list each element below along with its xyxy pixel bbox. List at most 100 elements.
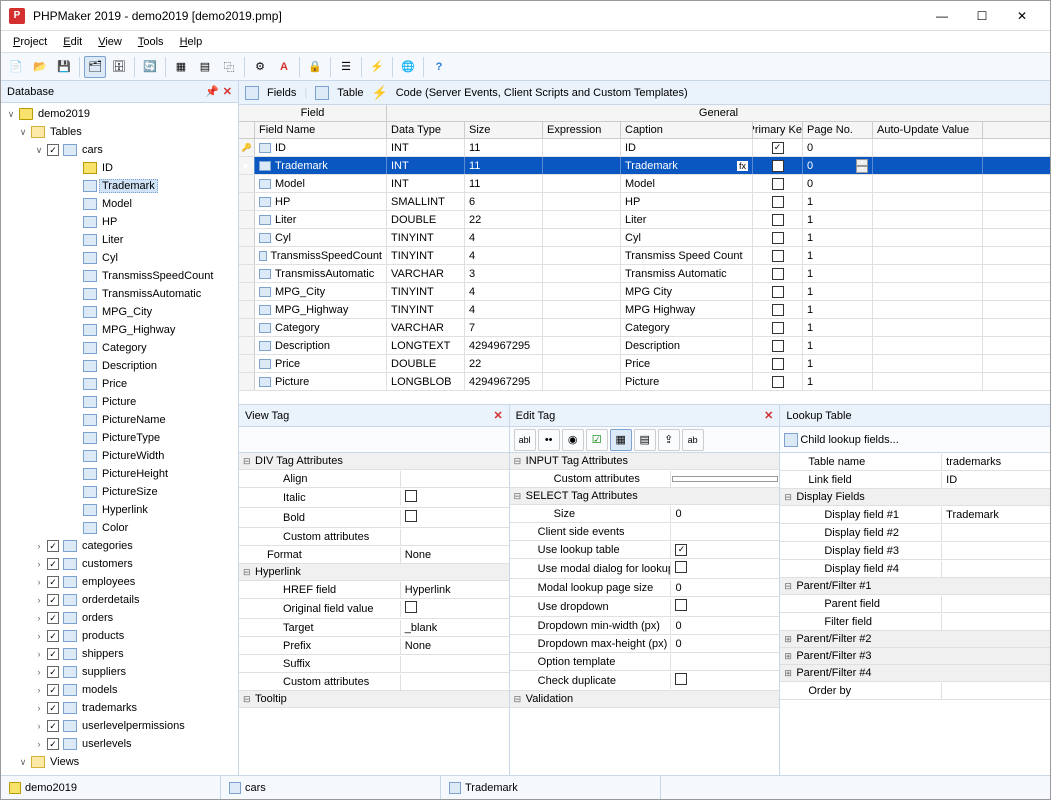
- tree-table[interactable]: ›✓customers: [1, 555, 238, 573]
- grid-row[interactable]: TransmissAutomaticVARCHAR3Transmiss Auto…: [239, 265, 1050, 283]
- menu-help[interactable]: Help: [172, 34, 211, 50]
- grid-row[interactable]: PriceDOUBLE22Price1: [239, 355, 1050, 373]
- help-icon[interactable]: ?: [428, 56, 450, 78]
- tree-table[interactable]: ›✓models: [1, 681, 238, 699]
- menu-tools[interactable]: Tools: [130, 34, 172, 50]
- grid-row[interactable]: PictureLONGBLOB4294967295Picture1: [239, 373, 1050, 391]
- tree-field[interactable]: Price: [1, 375, 238, 393]
- edit-tag-panel: Edit Tag✕ abl •• ◉ ☑ ▦ ▤ ⇪ ab ⊟INPUT Tag…: [510, 405, 781, 775]
- tree-field[interactable]: PictureSize: [1, 483, 238, 501]
- table-icon[interactable]: ▦: [170, 56, 192, 78]
- panel-close-icon[interactable]: ✕: [764, 409, 773, 422]
- grid-row[interactable]: 🔑IDINT11ID✓0: [239, 139, 1050, 157]
- usemodal-checkbox[interactable]: [675, 561, 687, 573]
- file-tag-icon[interactable]: ⇪: [658, 429, 680, 451]
- fields-tab-icon: [245, 86, 259, 100]
- open-icon[interactable]: 📂: [29, 56, 51, 78]
- pin-icon[interactable]: 📌: [205, 85, 219, 98]
- checkdup-checkbox[interactable]: [675, 673, 687, 685]
- tree-field[interactable]: TransmissAutomatic: [1, 285, 238, 303]
- uselookup-checkbox[interactable]: ✓: [675, 544, 687, 556]
- tab-code[interactable]: Code (Server Events, Client Scripts and …: [396, 87, 688, 99]
- tree-table[interactable]: ›✓userlevels: [1, 735, 238, 753]
- menubar: Project Edit View Tools Help: [1, 31, 1050, 53]
- tree-field[interactable]: Category: [1, 339, 238, 357]
- tree-field[interactable]: PictureWidth: [1, 447, 238, 465]
- view-icon[interactable]: ▤: [194, 56, 216, 78]
- grid-row[interactable]: HPSMALLINT6HP1: [239, 193, 1050, 211]
- grid-row[interactable]: TransmissSpeedCountTINYINT4Transmiss Spe…: [239, 247, 1050, 265]
- tree-field[interactable]: TransmissSpeedCount: [1, 267, 238, 285]
- tree-table[interactable]: ›✓trademarks: [1, 699, 238, 717]
- tree-field[interactable]: HP: [1, 213, 238, 231]
- bold-checkbox[interactable]: [405, 510, 417, 522]
- tree-field[interactable]: Cyl: [1, 249, 238, 267]
- grid-row[interactable]: DescriptionLONGTEXT4294967295Description…: [239, 337, 1050, 355]
- origval-checkbox[interactable]: [405, 601, 417, 613]
- menu-view[interactable]: View: [90, 34, 130, 50]
- view-tag-panel: View Tag✕ ⊟DIV Tag Attributes Align Ital…: [239, 405, 510, 775]
- tree-field[interactable]: PictureType: [1, 429, 238, 447]
- grid-row[interactable]: ModelINT11Model0: [239, 175, 1050, 193]
- menu-project[interactable]: Project: [5, 34, 55, 50]
- settings-icon[interactable]: ⚙: [249, 56, 271, 78]
- tree-table[interactable]: ›✓employees: [1, 573, 238, 591]
- grid-row[interactable]: CategoryVARCHAR7Category1: [239, 319, 1050, 337]
- close-button[interactable]: ✕: [1002, 2, 1042, 30]
- select-tag-icon[interactable]: ▦: [610, 429, 632, 451]
- tree-field[interactable]: PictureHeight: [1, 465, 238, 483]
- toggle-db-icon[interactable]: 🗂: [84, 56, 106, 78]
- database-tree[interactable]: ∨demo2019 ∨Tables ∨✓cars IDTrademarkMode…: [1, 103, 238, 775]
- tree-table[interactable]: ›✓orders: [1, 609, 238, 627]
- tree-table[interactable]: ›✓shippers: [1, 645, 238, 663]
- password-tag-icon[interactable]: ••: [538, 429, 560, 451]
- panel-close-icon[interactable]: ✕: [493, 409, 502, 422]
- tab-fields[interactable]: Fields: [267, 87, 296, 99]
- grid-row[interactable]: MPG_CityTINYINT4MPG City1: [239, 283, 1050, 301]
- tab-table[interactable]: Table: [337, 87, 363, 99]
- tree-field[interactable]: Color: [1, 519, 238, 537]
- browse-icon[interactable]: 🌐: [397, 56, 419, 78]
- tree-field[interactable]: Picture: [1, 393, 238, 411]
- tree-field[interactable]: ID: [1, 159, 238, 177]
- maximize-button[interactable]: ☐: [962, 2, 1002, 30]
- tree-field[interactable]: Hyperlink: [1, 501, 238, 519]
- save-icon[interactable]: 💾: [53, 56, 75, 78]
- security-icon[interactable]: 🔒: [304, 56, 326, 78]
- font-icon[interactable]: A: [273, 56, 295, 78]
- textarea-tag-icon[interactable]: ▤: [634, 429, 656, 451]
- text-tag-icon[interactable]: abl: [514, 429, 536, 451]
- database-panel: Database 📌 ✕ ∨demo2019 ∨Tables ∨✓cars ID…: [1, 81, 239, 775]
- grid-row[interactable]: ▸TrademarkINT11Trademarkfx0▴▾: [239, 157, 1050, 175]
- grid-row[interactable]: LiterDOUBLE22Liter1: [239, 211, 1050, 229]
- grid-row[interactable]: MPG_HighwayTINYINT4MPG Highway1: [239, 301, 1050, 319]
- copy-icon[interactable]: ⿻: [218, 56, 240, 78]
- menu-editor-icon[interactable]: ☰: [335, 56, 357, 78]
- new-icon[interactable]: 📄: [5, 56, 27, 78]
- child-lookup-button[interactable]: Child lookup fields...: [800, 434, 898, 446]
- menu-edit[interactable]: Edit: [55, 34, 90, 50]
- minimize-button[interactable]: —: [922, 2, 962, 30]
- tree-table[interactable]: ›✓categories: [1, 537, 238, 555]
- checkbox-tag-icon[interactable]: ☑: [586, 429, 608, 451]
- tree-field[interactable]: PictureName: [1, 411, 238, 429]
- usedropdown-checkbox[interactable]: [675, 599, 687, 611]
- grid-row[interactable]: CylTINYINT4Cyl1: [239, 229, 1050, 247]
- tree-table[interactable]: ›✓orderdetails: [1, 591, 238, 609]
- tree-field[interactable]: Trademark: [1, 177, 238, 195]
- radio-tag-icon[interactable]: ◉: [562, 429, 584, 451]
- tree-field[interactable]: Model: [1, 195, 238, 213]
- tree-table[interactable]: ›✓suppliers: [1, 663, 238, 681]
- tree-table[interactable]: ›✓userlevelpermissions: [1, 717, 238, 735]
- sync-icon[interactable]: 🔄: [139, 56, 161, 78]
- toggle-props-icon[interactable]: 🗄: [108, 56, 130, 78]
- panel-close-icon[interactable]: ✕: [223, 85, 232, 98]
- tree-field[interactable]: Liter: [1, 231, 238, 249]
- tree-field[interactable]: MPG_City: [1, 303, 238, 321]
- italic-checkbox[interactable]: [405, 490, 417, 502]
- generate-icon[interactable]: ⚡: [366, 56, 388, 78]
- hidden-tag-icon[interactable]: ab: [682, 429, 704, 451]
- tree-table[interactable]: ›✓products: [1, 627, 238, 645]
- tree-field[interactable]: MPG_Highway: [1, 321, 238, 339]
- tree-field[interactable]: Description: [1, 357, 238, 375]
